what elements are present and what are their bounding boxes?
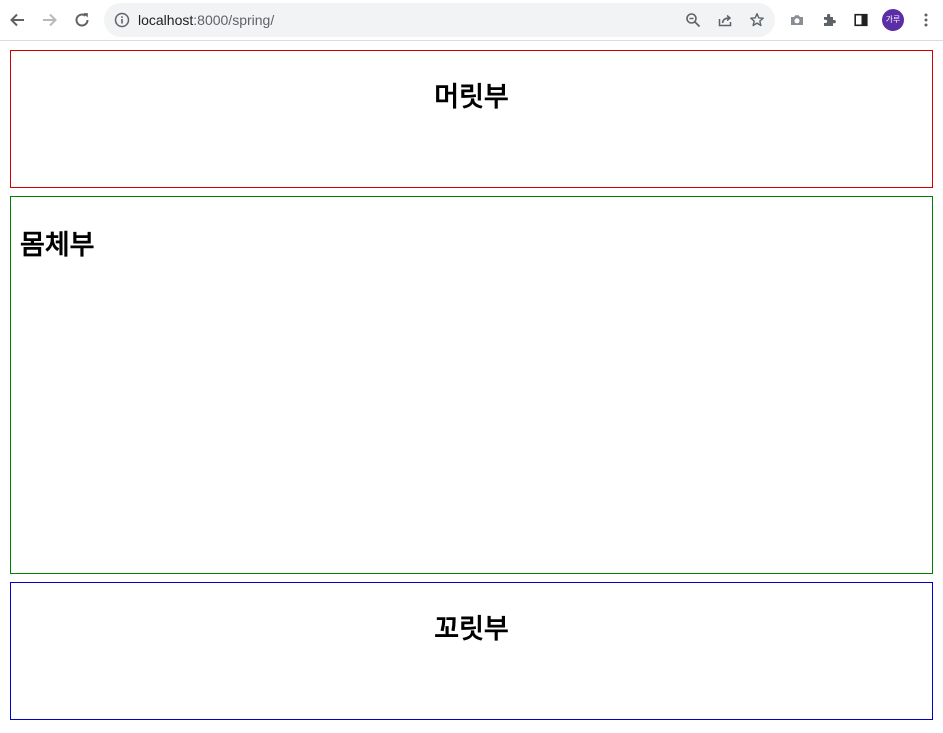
- forward-button[interactable]: [37, 6, 63, 34]
- address-bar[interactable]: localhost:8000/spring/: [104, 3, 775, 37]
- reload-button[interactable]: [69, 6, 95, 34]
- footer-section: 꼬릿부: [10, 582, 933, 720]
- url-host: localhost: [138, 12, 194, 28]
- back-icon: [10, 13, 24, 27]
- body-section: 몸체부: [10, 196, 933, 574]
- url-path: :8000/spring/: [193, 12, 275, 28]
- back-button[interactable]: [4, 6, 30, 34]
- header-section: 머릿부: [10, 50, 933, 188]
- forward-icon: [43, 13, 57, 27]
- menu-icon[interactable]: [916, 10, 936, 30]
- footer-title: 꼬릿부: [434, 614, 509, 645]
- zoom-icon[interactable]: [683, 10, 703, 30]
- share-icon[interactable]: [715, 10, 735, 30]
- reload-icon: [75, 13, 89, 27]
- site-info-icon[interactable]: [113, 11, 131, 29]
- body-title: 몸체부: [20, 230, 95, 261]
- extensions-icon[interactable]: [819, 10, 839, 30]
- url-text[interactable]: localhost:8000/spring/: [138, 11, 274, 29]
- star-icon[interactable]: [747, 10, 767, 30]
- camera-icon[interactable]: [787, 10, 807, 30]
- header-title: 머릿부: [434, 82, 509, 113]
- browser-toolbar: localhost:8000/spring/ 가루: [0, 0, 943, 41]
- profile-avatar[interactable]: 가루: [882, 9, 904, 31]
- side-panel-icon[interactable]: [851, 10, 871, 30]
